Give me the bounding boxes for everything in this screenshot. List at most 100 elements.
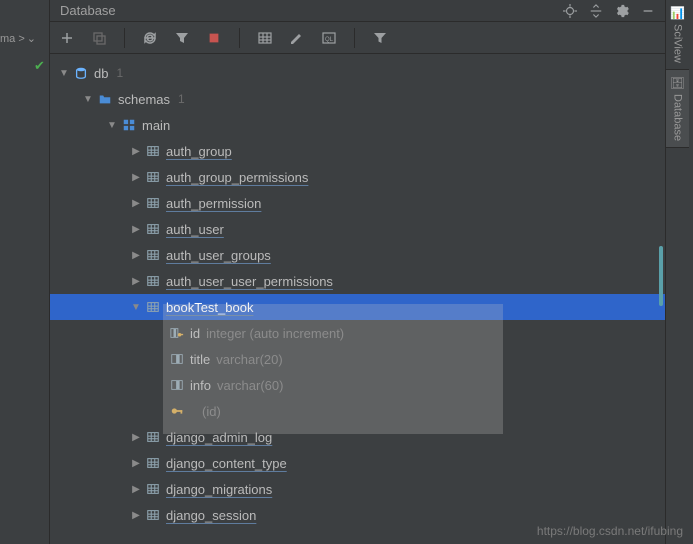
- table-name: django_session: [166, 508, 256, 523]
- svg-text:QL: QL: [325, 37, 334, 43]
- column-type: varchar(60): [217, 378, 283, 393]
- database-icon: [72, 65, 90, 81]
- table-name: bookTest_book: [166, 300, 253, 315]
- stop-icon[interactable]: [205, 29, 223, 47]
- table-name: auth_group_permissions: [166, 170, 308, 185]
- duplicate-icon[interactable]: [90, 29, 108, 47]
- column-name: info: [190, 378, 211, 393]
- minimize-icon[interactable]: [641, 4, 655, 18]
- index-meta: (id): [202, 404, 221, 419]
- side-tab-label: Database: [672, 94, 684, 141]
- funnel-icon[interactable]: [371, 29, 389, 47]
- toolbar: QL: [50, 22, 665, 54]
- tree-node-table[interactable]: auth_user_user_permissions: [50, 268, 665, 294]
- expand-arrow-icon[interactable]: [128, 432, 144, 443]
- panel-header: Database: [50, 0, 665, 22]
- expand-arrow-icon[interactable]: [128, 276, 144, 287]
- table-name: django_content_type: [166, 456, 287, 471]
- expand-arrow-icon[interactable]: [128, 458, 144, 469]
- schema-selector[interactable]: ma > ⌄: [0, 32, 36, 45]
- left-gutter: ma > ⌄ ✔: [0, 0, 50, 544]
- expand-arrow-icon[interactable]: [128, 302, 144, 313]
- refresh-icon[interactable]: [141, 29, 159, 47]
- key-icon: [168, 403, 186, 419]
- table-icon: [144, 143, 162, 159]
- table-name: django_admin_log: [166, 430, 272, 445]
- tree-node-index[interactable]: (id): [50, 398, 665, 424]
- table-icon: [144, 221, 162, 237]
- expand-arrow-icon[interactable]: [128, 224, 144, 235]
- side-tab-database[interactable]: 🗄 Database: [666, 70, 689, 148]
- table-name: auth_user_user_permissions: [166, 274, 333, 289]
- expand-arrow-icon[interactable]: [128, 172, 144, 183]
- expand-arrow-icon[interactable]: [128, 484, 144, 495]
- tree-node-column[interactable]: info varchar(60): [50, 372, 665, 398]
- node-label: schemas: [118, 92, 170, 107]
- folder-icon: [96, 91, 114, 107]
- table-icon[interactable]: [256, 29, 274, 47]
- expand-arrow-icon[interactable]: [128, 510, 144, 521]
- edit-icon[interactable]: [288, 29, 306, 47]
- tree-node-table[interactable]: auth_group_permissions: [50, 164, 665, 190]
- scrollbar-marker: [659, 246, 663, 306]
- table-icon: [144, 169, 162, 185]
- tree-node-table[interactable]: auth_group: [50, 138, 665, 164]
- schema-icon: [120, 117, 138, 133]
- node-label: db: [94, 66, 108, 81]
- tree-node-column[interactable]: id integer (auto increment): [50, 320, 665, 346]
- tree-node-main[interactable]: main: [50, 112, 665, 138]
- check-ok-icon: ✔: [34, 58, 45, 74]
- tree[interactable]: db 1 schemas 1 main auth_group auth_grou…: [50, 54, 665, 544]
- database-panel: Database: [50, 0, 665, 544]
- tree-node-db[interactable]: db 1: [50, 60, 665, 86]
- table-icon: [144, 273, 162, 289]
- gear-icon[interactable]: [615, 4, 629, 18]
- column-type: varchar(20): [216, 352, 282, 367]
- chevron-down-icon: ⌄: [27, 32, 36, 45]
- expand-arrow-icon[interactable]: [104, 120, 120, 131]
- table-icon: [144, 481, 162, 497]
- database-icon: 🗄: [670, 76, 685, 90]
- table-name: auth_permission: [166, 196, 261, 211]
- expand-arrow-icon[interactable]: [56, 68, 72, 79]
- tree-node-table[interactable]: django_content_type: [50, 450, 665, 476]
- table-name: auth_user_groups: [166, 248, 271, 263]
- add-icon[interactable]: [58, 29, 76, 47]
- node-count: 1: [178, 92, 185, 106]
- expand-arrow-icon[interactable]: [128, 146, 144, 157]
- expand-arrow-icon[interactable]: [80, 94, 96, 105]
- column-name: id: [190, 326, 200, 341]
- table-name: auth_group: [166, 144, 232, 159]
- tree-node-table[interactable]: auth_permission: [50, 190, 665, 216]
- console-icon[interactable]: QL: [320, 29, 338, 47]
- expand-arrow-icon[interactable]: [128, 250, 144, 261]
- side-tab-sciview[interactable]: 📊 SciView: [666, 0, 689, 70]
- crosshair-icon[interactable]: [563, 4, 577, 18]
- tree-node-column[interactable]: title varchar(20): [50, 346, 665, 372]
- tree-node-table[interactable]: django_migrations: [50, 476, 665, 502]
- table-icon: [144, 455, 162, 471]
- table-icon: [144, 299, 162, 315]
- column-type: integer (auto increment): [206, 326, 344, 341]
- table-icon: [144, 507, 162, 523]
- tree-node-schemas[interactable]: schemas 1: [50, 86, 665, 112]
- table-name: auth_user: [166, 222, 224, 237]
- node-label: main: [142, 118, 170, 133]
- right-sidebar: 📊 SciView 🗄 Database: [665, 0, 693, 544]
- tree-node-table[interactable]: django_admin_log: [50, 424, 665, 450]
- sciview-icon: 📊: [670, 6, 685, 20]
- column-name: title: [190, 352, 210, 367]
- filter-settings-icon[interactable]: [173, 29, 191, 47]
- panel-title: Database: [60, 3, 116, 18]
- tree-node-table[interactable]: auth_user_groups: [50, 242, 665, 268]
- node-count: 1: [116, 66, 123, 80]
- column-icon: [168, 351, 186, 367]
- watermark: https://blog.csdn.net/ifubing: [537, 524, 683, 538]
- tree-node-table[interactable]: auth_user: [50, 216, 665, 242]
- table-icon: [144, 247, 162, 263]
- expand-arrow-icon[interactable]: [128, 198, 144, 209]
- table-icon: [144, 429, 162, 445]
- column-icon: [168, 377, 186, 393]
- collapse-icon[interactable]: [589, 4, 603, 18]
- tree-node-table[interactable]: bookTest_book: [50, 294, 665, 320]
